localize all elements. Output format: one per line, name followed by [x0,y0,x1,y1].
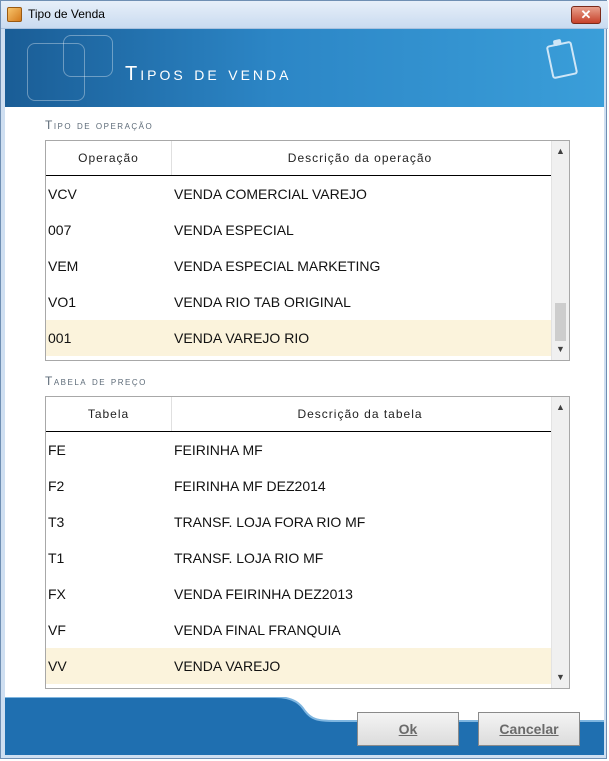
decorative-square-icon [63,35,113,77]
row-description: TRANSF. LOJA FORA RIO MF [174,514,366,530]
row-code: T1 [48,550,65,566]
scroll-down-icon[interactable]: ▼ [552,341,569,358]
vertical-scrollbar[interactable]: ▲ ▼ [551,141,569,360]
dialog-body: Tipos de venda Tipo de operação Operação… [5,29,604,755]
table-row[interactable]: VO1 VENDA RIO TAB ORIGINAL [46,284,551,320]
row-description: VENDA VAREJO [174,658,281,674]
table-row[interactable]: VCV VENDA COMERCIAL VAREJO [46,176,551,212]
row-code: 007 [48,222,72,238]
clipboard-icon [545,40,579,80]
column-header-operation-description[interactable]: Descrição da operação [172,151,548,165]
operation-grid[interactable]: Operação Descrição da operação VCV VENDA … [45,140,570,361]
table-row[interactable]: 007 VENDA ESPECIAL [46,212,551,248]
row-description: VENDA VAREJO RIO [174,330,310,346]
table-row[interactable]: FE FEIRINHA MF [46,432,551,468]
grid-header: Operação Descrição da operação [46,141,551,176]
scroll-down-icon[interactable]: ▼ [552,669,569,686]
row-code: FE [48,442,66,458]
table-row[interactable]: VEM VENDA ESPECIAL MARKETING [46,248,551,284]
row-description: VENDA COMERCIAL VAREJO [174,186,367,202]
table-row[interactable]: 001 VENDA VAREJO RIO [46,320,551,356]
row-code: F2 [48,478,65,494]
row-code: VO1 [48,294,77,310]
row-description: VENDA FEIRINHA DEZ2013 [174,586,353,602]
row-code: VCV [48,186,77,202]
row-code: VF [48,622,66,638]
row-code: 001 [48,330,72,346]
row-description: VENDA RIO TAB ORIGINAL [174,294,351,310]
row-description: VENDA ESPECIAL [174,222,294,238]
page-title: Tipos de venda [125,63,292,85]
vertical-scrollbar[interactable]: ▲ ▼ [551,397,569,688]
row-code: VEM [48,258,79,274]
ok-button[interactable]: Ok [357,712,459,746]
row-description: TRANSF. LOJA RIO MF [174,550,324,566]
app-icon [7,7,22,22]
title-bar[interactable]: Tipo de Venda ✕ [1,1,608,29]
scroll-up-icon[interactable]: ▲ [552,399,569,416]
row-description: FEIRINHA MF [174,442,263,458]
row-code: VV [48,658,67,674]
row-code: FX [48,586,66,602]
row-description: VENDA ESPECIAL MARKETING [174,258,381,274]
table-row[interactable]: T3 TRANSF. LOJA FORA RIO MF [46,504,551,540]
table-row[interactable]: VF VENDA FINAL FRANQUIA [46,612,551,648]
price-table-grid[interactable]: Tabela Descrição da tabela FE FEIRINHA MF… [45,396,570,689]
price-section-label: Tabela de preço [45,374,147,388]
column-header-table-description[interactable]: Descrição da tabela [172,407,548,421]
column-header-table[interactable]: Tabela [46,407,171,421]
table-row[interactable]: T1 TRANSF. LOJA RIO MF [46,540,551,576]
dialog-window: Tipo de Venda ✕ Tipos de venda Tipo de o… [0,0,608,759]
column-header-operation[interactable]: Operação [46,151,171,165]
header-banner: Tipos de venda [5,29,604,107]
close-button[interactable]: ✕ [571,6,601,24]
scrollbar-thumb[interactable] [555,303,566,341]
cancel-button[interactable]: Cancelar [478,712,580,746]
row-description: VENDA FINAL FRANQUIA [174,622,341,638]
scroll-up-icon[interactable]: ▲ [552,143,569,160]
table-row[interactable]: FX VENDA FEIRINHA DEZ2013 [46,576,551,612]
window-title: Tipo de Venda [28,7,105,21]
row-code: T3 [48,514,65,530]
table-row[interactable]: VV VENDA VAREJO [46,648,551,684]
table-row[interactable]: F2 FEIRINHA MF DEZ2014 [46,468,551,504]
operation-section-label: Tipo de operação [45,118,154,132]
grid-header: Tabela Descrição da tabela [46,397,551,432]
row-description: FEIRINHA MF DEZ2014 [174,478,326,494]
